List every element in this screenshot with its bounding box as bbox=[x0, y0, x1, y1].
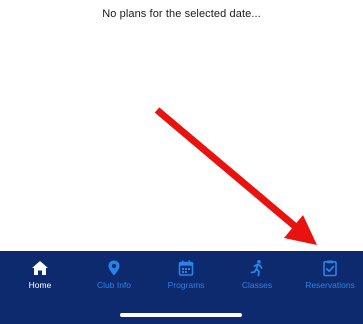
app-screen: No plans for the selected date... Home C… bbox=[0, 0, 363, 324]
tab-home[interactable]: Home bbox=[14, 251, 66, 299]
home-indicator[interactable] bbox=[120, 313, 242, 317]
tab-home-label: Home bbox=[28, 280, 52, 290]
tab-reservations-label: Reservations bbox=[305, 280, 355, 290]
clipboard-check-icon bbox=[323, 260, 337, 277]
tab-reservations[interactable]: Reservations bbox=[298, 251, 362, 299]
tab-club-info-label: Club Info bbox=[96, 280, 132, 290]
calendar-icon bbox=[178, 260, 194, 276]
tab-programs[interactable]: Programs bbox=[159, 251, 213, 299]
running-person-icon bbox=[250, 260, 263, 277]
tab-club-info[interactable]: Club Info bbox=[86, 251, 142, 299]
house-icon bbox=[32, 261, 48, 275]
tab-classes[interactable]: Classes bbox=[232, 251, 282, 299]
empty-plans-message: No plans for the selected date... bbox=[102, 8, 261, 20]
tab-classes-label: Classes bbox=[241, 280, 273, 290]
bottom-tab-bar: Home Club Info Programs Classes Reservat… bbox=[0, 251, 363, 324]
map-pin-icon bbox=[108, 260, 120, 276]
tab-programs-label: Programs bbox=[167, 280, 205, 290]
